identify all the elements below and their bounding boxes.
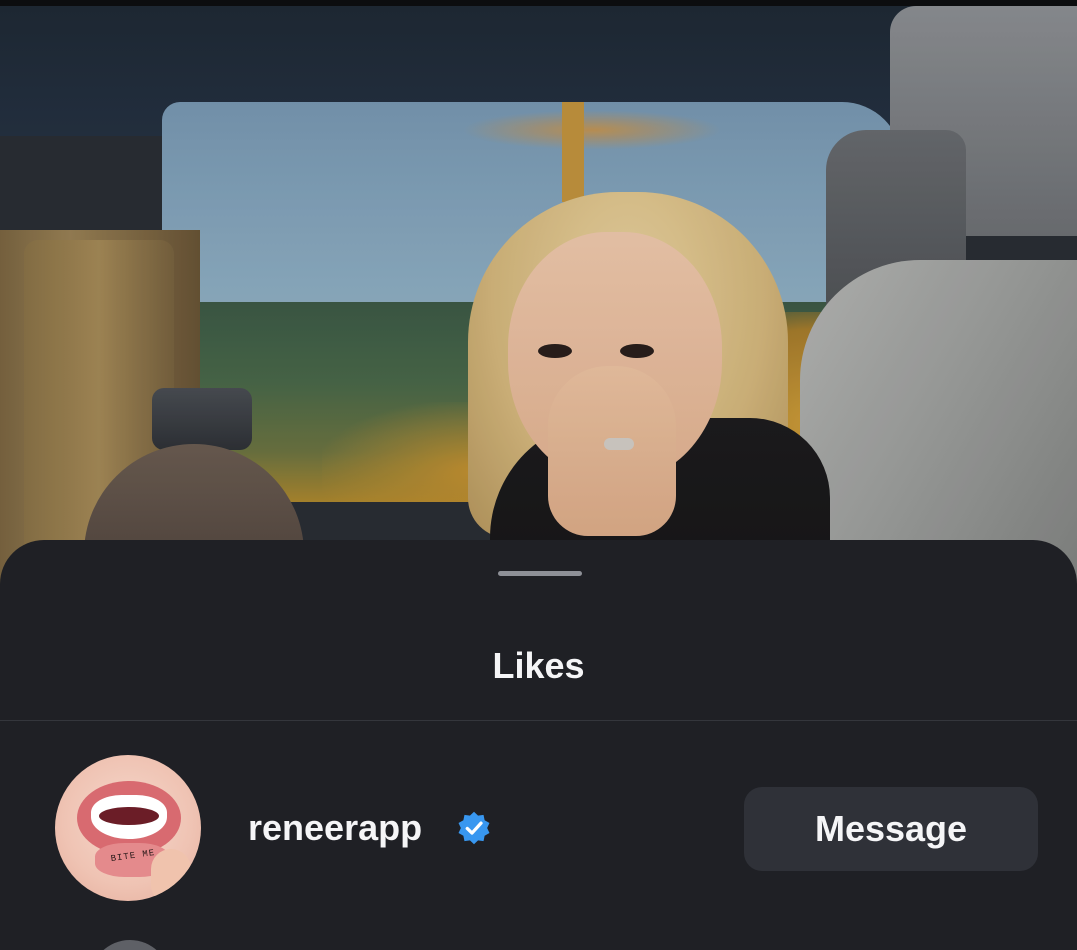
verified-badge-icon [458, 811, 490, 845]
avatar[interactable]: BITE ME [55, 755, 201, 901]
divider [0, 720, 1077, 721]
like-row[interactable]: BITE ME reneerapp Message [0, 754, 1077, 904]
message-button[interactable]: Message [744, 787, 1038, 871]
avatar-mouth [99, 807, 159, 825]
next-row-avatar-partial[interactable] [90, 940, 170, 950]
username[interactable]: reneerapp [248, 806, 422, 850]
sheet-drag-handle[interactable] [498, 571, 582, 576]
photo-dim-overlay [0, 0, 1077, 620]
sheet-title: Likes [492, 645, 585, 686]
likes-sheet: Likes BITE ME reneerapp Message [0, 540, 1077, 950]
screen: Likes BITE ME reneerapp Message [0, 0, 1077, 950]
post-photo [0, 0, 1077, 620]
avatar-thumb [151, 849, 191, 901]
